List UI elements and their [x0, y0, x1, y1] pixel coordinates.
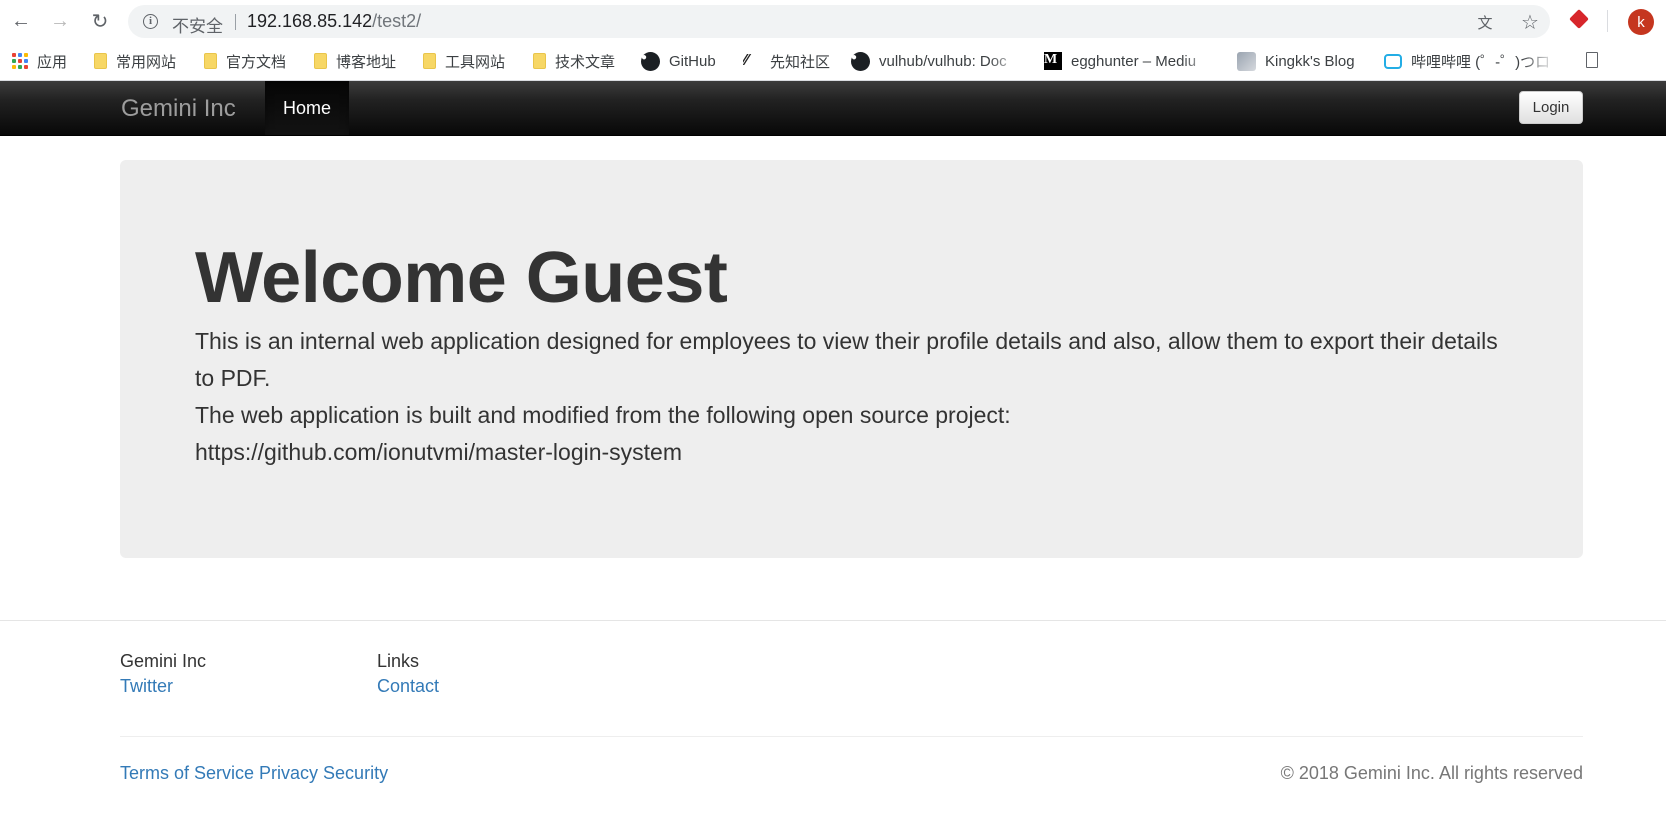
star-icon[interactable]: ☆	[1518, 10, 1542, 34]
bookmark-label: 官方文档	[226, 53, 287, 71]
bookmark-label: 常用网站	[116, 53, 177, 71]
bookmark-kingkk-blog[interactable]: Kingkk's Blog	[1237, 51, 1355, 71]
site-navbar: Gemini Inc Home Login	[0, 81, 1666, 136]
profile-avatar[interactable]: k	[1628, 9, 1654, 35]
source-paragraph: The web application is built and modifie…	[195, 402, 1011, 428]
intro-paragraph: This is an internal web application desi…	[195, 328, 1498, 391]
folder-icon	[314, 53, 327, 69]
bookmark-label: GitHub	[669, 52, 716, 70]
legal-links[interactable]: Terms of Service Privacy Security	[120, 763, 388, 784]
reload-icon[interactable]: ↻	[87, 8, 113, 34]
browser-toolbar: ← → ↻ i 不安全 192.168.85.142/test2/ 文 ☆ k	[0, 0, 1666, 42]
copyright-text: © 2018 Gemini Inc. All rights reserved	[1280, 763, 1583, 783]
bookmark-apps[interactable]: 应用	[12, 51, 67, 71]
bookmark-vulhub[interactable]: ● vulhub/vulhub: Doc	[851, 51, 1023, 71]
address-bar[interactable]: i 不安全 192.168.85.142/test2/ 文 ☆	[128, 5, 1550, 38]
login-button[interactable]: Login	[1519, 91, 1583, 124]
footer-column-links: Links Contact	[377, 649, 439, 699]
folder-icon	[533, 53, 546, 69]
github-icon: ●	[851, 51, 870, 71]
bookmark-medium[interactable]: M egghunter – Mediu	[1044, 51, 1216, 71]
bookmark-label: 博客地址	[336, 53, 397, 71]
address-divider	[235, 14, 236, 30]
bookmark-label: egghunter – Mediu	[1071, 52, 1197, 70]
welcome-panel: Welcome Guest This is an internal web ap…	[120, 160, 1583, 558]
bookmark-folder-blogs[interactable]: 博客地址	[314, 51, 396, 71]
twitter-link[interactable]: Twitter	[120, 674, 206, 699]
footer-divider	[0, 620, 1666, 621]
folder-icon	[94, 53, 107, 69]
extension-icon[interactable]	[1569, 9, 1589, 29]
bookmark-folder-articles[interactable]: 技术文章	[533, 51, 615, 71]
xianzhi-icon: ⁄⁄	[743, 52, 749, 69]
translate-icon[interactable]: 文	[1473, 10, 1497, 34]
footer-heading-company: Gemini Inc	[120, 651, 207, 671]
bookmark-label: 哔哩哔哩 (゜-゜)つロ	[1411, 53, 1551, 71]
insecure-label: 不安全	[172, 17, 223, 36]
folder-icon	[423, 53, 436, 69]
intro-text: This is an internal web application desi…	[195, 323, 1515, 471]
nav-item-home[interactable]: Home	[265, 81, 349, 135]
bookmark-github[interactable]: ● GitHub	[641, 51, 716, 71]
blog-avatar-icon	[1237, 51, 1256, 71]
other-bookmarks-icon[interactable]	[1586, 52, 1598, 68]
bookmark-folder-official-docs[interactable]: 官方文档	[204, 51, 286, 71]
bookmark-folder-common-sites[interactable]: 常用网站	[94, 51, 176, 71]
back-arrow-icon[interactable]: ←	[8, 8, 34, 34]
footer-inner-divider	[120, 736, 1583, 737]
bookmark-label: 应用	[37, 53, 68, 71]
bookmark-label: 先知社区	[770, 53, 831, 71]
medium-icon: M	[1044, 52, 1062, 70]
bookmark-xianzhi[interactable]: ⁄⁄ 先知社区	[743, 51, 830, 71]
contact-link[interactable]: Contact	[377, 674, 439, 699]
bookmark-label: 技术文章	[555, 53, 616, 71]
footer-column-company: Gemini Inc Twitter	[120, 649, 206, 699]
url-path: /test2/	[372, 11, 422, 31]
bookmark-label: vulhub/vulhub: Doc	[879, 52, 1007, 70]
forward-arrow-icon[interactable]: →	[47, 8, 73, 34]
bookmark-folder-tools[interactable]: 工具网站	[423, 51, 505, 71]
source-url-text: https://github.com/ionutvmi/master-login…	[195, 439, 683, 465]
folder-icon	[204, 53, 217, 69]
page-title: Welcome Guest	[195, 238, 728, 318]
bilibili-icon	[1384, 53, 1402, 69]
toolbar-separator	[1607, 10, 1608, 32]
site-brand[interactable]: Gemini Inc	[121, 95, 236, 123]
github-icon: ●	[641, 51, 660, 71]
apps-icon	[12, 53, 28, 69]
bookmark-bilibili[interactable]: 哔哩哔哩 (゜-゜)つロ	[1384, 51, 1556, 71]
bookmark-label: Kingkk's Blog	[1265, 52, 1355, 70]
bookmark-label: 工具网站	[445, 53, 506, 71]
bookmarks-bar: 应用 常用网站 官方文档 博客地址 工具网站 技术文章 ● GitHub ⁄⁄ …	[0, 42, 1666, 81]
info-icon[interactable]: i	[143, 14, 158, 29]
url-text[interactable]: 192.168.85.142/test2/	[247, 11, 421, 32]
footer-heading-links: Links	[377, 651, 420, 671]
url-host: 192.168.85.142	[247, 11, 373, 31]
